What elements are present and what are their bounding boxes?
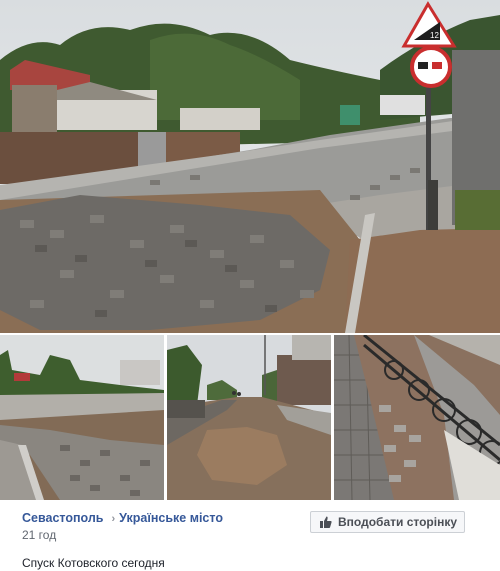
street-photo-c-image — [334, 335, 500, 500]
facebook-post-card: 12 Севастополь › Українське місто 21 год… — [0, 0, 500, 571]
like-page-button[interactable]: Вподобати сторінку — [310, 511, 465, 533]
thumbs-up-icon — [320, 516, 332, 528]
post-timestamp[interactable]: 21 год — [22, 528, 56, 542]
group-name-link[interactable]: Українське місто — [119, 511, 223, 525]
like-page-button-label: Вподобати сторінку — [338, 515, 458, 529]
post-footer: Севастополь › Українське місто 21 год Спус… — [0, 500, 500, 571]
post-photo-secondary-1[interactable] — [0, 335, 164, 500]
chevron-right-icon: › — [111, 513, 116, 525]
post-photo-secondary-2[interactable] — [167, 335, 331, 500]
page-name-link[interactable]: Севастополь — [22, 511, 104, 525]
street-photo-b-image — [167, 335, 331, 500]
post-header-names: Севастополь › Українське місто — [22, 511, 223, 525]
street-photo-a-image — [0, 335, 164, 500]
post-caption: Спуск Котовского сегодня — [22, 556, 165, 570]
street-photo-main-image: 12 — [0, 0, 500, 333]
photo-grid: 12 — [0, 0, 500, 500]
post-photo-secondary-3[interactable] — [334, 335, 500, 500]
post-photo-main[interactable]: 12 — [0, 0, 500, 333]
sign-percent-text: 12 — [430, 31, 439, 40]
